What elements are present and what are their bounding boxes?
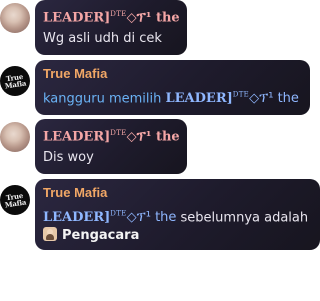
message-text: Wg asli udh di cek [43,31,162,47]
user-mention[interactable]: LEADER]DTE◇ፕ¹ the [43,210,176,225]
message-bubble: LEADER]DTE◇ፕ¹ the Wg asli udh di cek [35,0,187,55]
sender-name[interactable]: True Mafia [43,66,302,82]
message-text-prefix: kangguru memilih [43,91,166,107]
sender-name[interactable]: LEADER]DTE◇ፕ¹ the [43,6,180,26]
logo-text: True Mafia [4,71,27,91]
user-mention[interactable]: LEADER]DTE◇ፕ¹ the [166,91,299,106]
sender-name[interactable]: True Mafia [43,185,312,201]
message-bubble: True Mafia LEADER]DTE◇ፕ¹ the sebelumnya … [35,179,320,250]
message-text-suffix: sebelumnya adalah [176,210,309,226]
role-label: Pengacara [62,228,140,244]
message-text: Dis woy [43,150,94,166]
message-bubble: LEADER]DTE◇ፕ¹ the Dis woy [35,119,187,174]
true-mafia-logo[interactable]: True Mafia [0,66,30,96]
sender-name[interactable]: LEADER]DTE◇ፕ¹ the [43,125,180,145]
message-text: kangguru memilih LEADER]DTE◇ፕ¹ the [43,86,302,108]
user-avatar[interactable] [0,3,30,33]
user-avatar[interactable] [0,122,30,152]
message-text: LEADER]DTE◇ፕ¹ the sebelumnya adalah [43,205,312,227]
role-line: Pengacara [43,227,312,245]
logo-text: True Mafia [4,190,27,210]
true-mafia-logo[interactable]: True Mafia [0,185,30,215]
lawyer-icon [43,227,57,242]
message-bubble: True Mafia kangguru memilih LEADER]DTE◇ፕ… [35,60,310,115]
